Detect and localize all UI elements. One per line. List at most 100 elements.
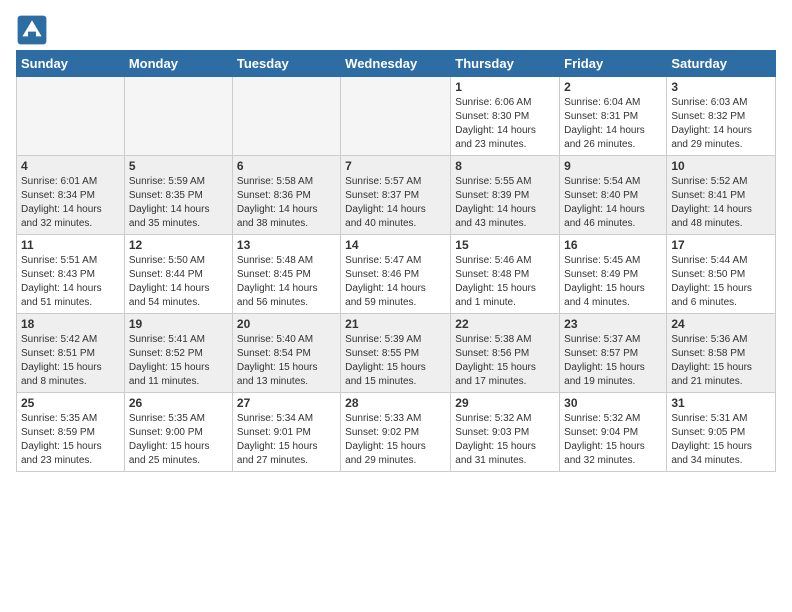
calendar-cell: 29 Sunrise: 5:32 AMSunset: 9:03 PMDayligh… <box>451 393 560 472</box>
day-number: 25 <box>21 396 120 410</box>
day-info: Sunrise: 5:42 AMSunset: 8:51 PMDaylight:… <box>21 333 120 389</box>
calendar-week-row-5: 25 Sunrise: 5:35 AMSunset: 8:59 PMDayligh… <box>17 393 776 472</box>
col-header-thursday: Thursday <box>451 51 560 77</box>
col-header-friday: Friday <box>560 51 667 77</box>
calendar-cell: 14Sunrise: 5:47 AMSunset: 8:46 PMDayligh… <box>341 235 451 314</box>
calendar: SundayMondayTuesdayWednesdayThursdayFrid… <box>16 50 776 472</box>
calendar-cell: 4 Sunrise: 6:01 AMSunset: 8:34 PMDaylight… <box>17 156 125 235</box>
day-info: Sunrise: 5:54 AMSunset: 8:40 PMDaylight:… <box>564 175 662 231</box>
logo-icon <box>16 14 48 46</box>
day-number: 31 <box>671 396 771 410</box>
calendar-cell <box>124 77 232 156</box>
day-number: 3 <box>671 80 771 94</box>
day-info: Sunrise: 5:38 AMSunset: 8:56 PMDaylight:… <box>455 333 555 389</box>
day-info: Sunrise: 5:55 AMSunset: 8:39 PMDaylight:… <box>455 175 555 231</box>
col-header-tuesday: Tuesday <box>232 51 340 77</box>
calendar-cell: 28Sunrise: 5:33 AMSunset: 9:02 PMDayligh… <box>341 393 451 472</box>
calendar-week-row-2: 4 Sunrise: 6:01 AMSunset: 8:34 PMDaylight… <box>17 156 776 235</box>
calendar-cell: 17 Sunrise: 5:44 AMSunset: 8:50 PMDayligh… <box>667 235 776 314</box>
calendar-cell: 6 Sunrise: 5:58 AMSunset: 8:36 PMDaylight… <box>232 156 340 235</box>
day-info: Sunrise: 5:31 AMSunset: 9:05 PMDaylight:… <box>671 412 771 468</box>
day-info: Sunrise: 5:41 AMSunset: 8:52 PMDaylight:… <box>129 333 228 389</box>
calendar-cell: 20Sunrise: 5:40 AMSunset: 8:54 PMDayligh… <box>232 314 340 393</box>
day-info: Sunrise: 5:47 AMSunset: 8:46 PMDaylight:… <box>345 254 446 310</box>
calendar-cell <box>341 77 451 156</box>
day-number: 12 <box>129 238 228 252</box>
calendar-cell: 1 Sunrise: 6:06 AMSunset: 8:30 PMDaylight… <box>451 77 560 156</box>
day-number: 9 <box>564 159 662 173</box>
calendar-cell: 16 Sunrise: 5:45 AMSunset: 8:49 PMDayligh… <box>560 235 667 314</box>
day-info: Sunrise: 5:50 AMSunset: 8:44 PMDaylight:… <box>129 254 228 310</box>
page: SundayMondayTuesdayWednesdayThursdayFrid… <box>0 0 792 482</box>
day-info: Sunrise: 5:35 AMSunset: 9:00 PMDaylight:… <box>129 412 228 468</box>
calendar-cell: 11 Sunrise: 5:51 AMSunset: 8:43 PMDayligh… <box>17 235 125 314</box>
calendar-cell: 23Sunrise: 5:37 AMSunset: 8:57 PMDayligh… <box>560 314 667 393</box>
day-info: Sunrise: 5:45 AMSunset: 8:49 PMDaylight:… <box>564 254 662 310</box>
day-number: 6 <box>237 159 336 173</box>
day-info: Sunrise: 5:32 AMSunset: 9:03 PMDaylight:… <box>455 412 555 468</box>
day-info: Sunrise: 6:04 AMSunset: 8:31 PMDaylight:… <box>564 96 662 152</box>
day-info: Sunrise: 5:48 AMSunset: 8:45 PMDaylight:… <box>237 254 336 310</box>
day-number: 10 <box>671 159 771 173</box>
calendar-cell: 26 Sunrise: 5:35 AMSunset: 9:00 PMDayligh… <box>124 393 232 472</box>
day-number: 2 <box>564 80 662 94</box>
col-header-sunday: Sunday <box>17 51 125 77</box>
calendar-cell: 9 Sunrise: 5:54 AMSunset: 8:40 PMDaylight… <box>560 156 667 235</box>
calendar-cell: 31 Sunrise: 5:31 AMSunset: 9:05 PMDayligh… <box>667 393 776 472</box>
calendar-cell <box>17 77 125 156</box>
calendar-cell: 5 Sunrise: 5:59 AMSunset: 8:35 PMDaylight… <box>124 156 232 235</box>
calendar-cell: 2 Sunrise: 6:04 AMSunset: 8:31 PMDaylight… <box>560 77 667 156</box>
day-number: 29 <box>455 396 555 410</box>
day-number: 1 <box>455 80 555 94</box>
day-info: Sunrise: 5:33 AMSunset: 9:02 PMDaylight:… <box>345 412 446 468</box>
day-info: Sunrise: 5:34 AMSunset: 9:01 PMDaylight:… <box>237 412 336 468</box>
calendar-cell: 24 Sunrise: 5:36 AMSunset: 8:58 PMDayligh… <box>667 314 776 393</box>
day-number: 13 <box>237 238 336 252</box>
calendar-cell: 10 Sunrise: 5:52 AMSunset: 8:41 PMDayligh… <box>667 156 776 235</box>
day-number: 21 <box>345 317 446 331</box>
day-number: 17 <box>671 238 771 252</box>
day-number: 22 <box>455 317 555 331</box>
calendar-week-row-1: 1 Sunrise: 6:06 AMSunset: 8:30 PMDaylight… <box>17 77 776 156</box>
day-info: Sunrise: 5:44 AMSunset: 8:50 PMDaylight:… <box>671 254 771 310</box>
calendar-header-row: SundayMondayTuesdayWednesdayThursdayFrid… <box>17 51 776 77</box>
day-number: 18 <box>21 317 120 331</box>
calendar-cell: 18 Sunrise: 5:42 AMSunset: 8:51 PMDayligh… <box>17 314 125 393</box>
day-number: 7 <box>345 159 446 173</box>
day-info: Sunrise: 6:01 AMSunset: 8:34 PMDaylight:… <box>21 175 120 231</box>
day-number: 5 <box>129 159 228 173</box>
calendar-cell <box>232 77 340 156</box>
calendar-cell: 12 Sunrise: 5:50 AMSunset: 8:44 PMDayligh… <box>124 235 232 314</box>
day-info: Sunrise: 5:36 AMSunset: 8:58 PMDaylight:… <box>671 333 771 389</box>
col-header-saturday: Saturday <box>667 51 776 77</box>
day-info: Sunrise: 5:32 AMSunset: 9:04 PMDaylight:… <box>564 412 662 468</box>
day-info: Sunrise: 5:35 AMSunset: 8:59 PMDaylight:… <box>21 412 120 468</box>
calendar-week-row-4: 18 Sunrise: 5:42 AMSunset: 8:51 PMDayligh… <box>17 314 776 393</box>
day-number: 15 <box>455 238 555 252</box>
day-info: Sunrise: 5:58 AMSunset: 8:36 PMDaylight:… <box>237 175 336 231</box>
day-info: Sunrise: 6:03 AMSunset: 8:32 PMDaylight:… <box>671 96 771 152</box>
day-number: 8 <box>455 159 555 173</box>
day-number: 16 <box>564 238 662 252</box>
calendar-cell: 27Sunrise: 5:34 AMSunset: 9:01 PMDayligh… <box>232 393 340 472</box>
calendar-cell: 3 Sunrise: 6:03 AMSunset: 8:32 PMDaylight… <box>667 77 776 156</box>
day-number: 4 <box>21 159 120 173</box>
logo <box>16 14 52 46</box>
day-number: 11 <box>21 238 120 252</box>
day-info: Sunrise: 6:06 AMSunset: 8:30 PMDaylight:… <box>455 96 555 152</box>
col-header-wednesday: Wednesday <box>341 51 451 77</box>
day-info: Sunrise: 5:52 AMSunset: 8:41 PMDaylight:… <box>671 175 771 231</box>
day-info: Sunrise: 5:39 AMSunset: 8:55 PMDaylight:… <box>345 333 446 389</box>
day-info: Sunrise: 5:51 AMSunset: 8:43 PMDaylight:… <box>21 254 120 310</box>
header <box>16 10 776 46</box>
day-info: Sunrise: 5:37 AMSunset: 8:57 PMDaylight:… <box>564 333 662 389</box>
calendar-cell: 8 Sunrise: 5:55 AMSunset: 8:39 PMDaylight… <box>451 156 560 235</box>
day-number: 26 <box>129 396 228 410</box>
calendar-cell: 19Sunrise: 5:41 AMSunset: 8:52 PMDayligh… <box>124 314 232 393</box>
calendar-cell: 15 Sunrise: 5:46 AMSunset: 8:48 PMDayligh… <box>451 235 560 314</box>
day-info: Sunrise: 5:59 AMSunset: 8:35 PMDaylight:… <box>129 175 228 231</box>
day-info: Sunrise: 5:46 AMSunset: 8:48 PMDaylight:… <box>455 254 555 310</box>
calendar-cell: 25 Sunrise: 5:35 AMSunset: 8:59 PMDayligh… <box>17 393 125 472</box>
day-number: 24 <box>671 317 771 331</box>
calendar-cell: 30Sunrise: 5:32 AMSunset: 9:04 PMDayligh… <box>560 393 667 472</box>
